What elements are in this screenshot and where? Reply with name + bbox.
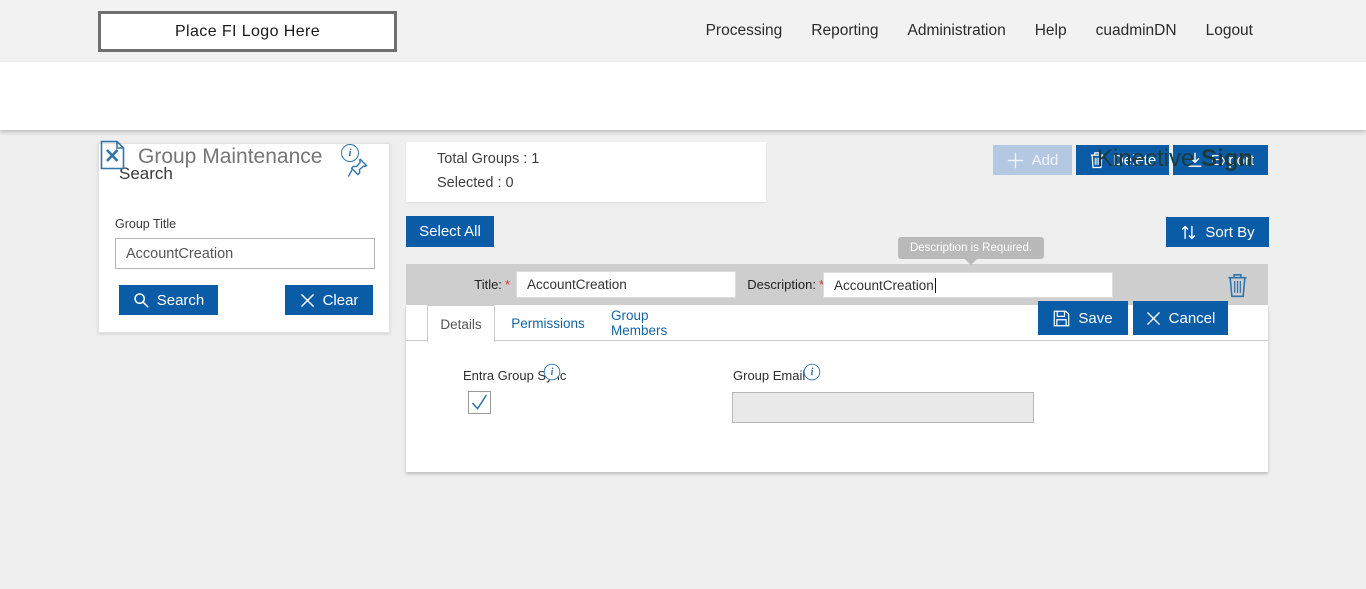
nav-help[interactable]: Help xyxy=(1035,22,1067,40)
group-edit-row: Title:* Description:* AccountCreation xyxy=(406,264,1268,305)
save-button-label: Save xyxy=(1078,310,1112,327)
cancel-button-label: Cancel xyxy=(1169,310,1216,327)
search-panel: Search Group Title Search Clear xyxy=(98,143,390,333)
entra-group-sync-checkbox[interactable] xyxy=(468,391,491,414)
description-required-tooltip: Description is Required. xyxy=(898,237,1044,259)
clear-button-label: Clear xyxy=(323,292,359,309)
top-navigation: Processing Reporting Administration Help… xyxy=(706,0,1253,62)
sort-by-label: Sort By xyxy=(1205,224,1254,241)
group-title-label: Group Title xyxy=(115,217,176,231)
top-bar: Place FI Logo Here Processing Reporting … xyxy=(0,0,1366,62)
select-all-label: Select All xyxy=(419,223,481,240)
title-field-label: Title:* xyxy=(406,277,510,292)
page-header: Group Maintenance i Kinective Sign xyxy=(0,62,1366,130)
row-trash-icon[interactable] xyxy=(1226,272,1249,303)
entra-group-sync-info-icon[interactable]: i xyxy=(544,364,561,381)
select-all-button[interactable]: Select All xyxy=(406,216,494,247)
tab-permissions[interactable]: Permissions xyxy=(510,305,586,341)
description-field-label: Description:* xyxy=(736,277,824,292)
group-maintenance-page: Place FI Logo Here Processing Reporting … xyxy=(0,0,1366,589)
nav-reporting[interactable]: Reporting xyxy=(811,22,878,40)
description-input[interactable]: AccountCreation xyxy=(823,272,1113,298)
group-email-label: Group Email xyxy=(733,368,805,383)
page-title-info-icon[interactable]: i xyxy=(341,144,359,162)
title-input[interactable] xyxy=(516,271,736,298)
save-button[interactable]: Save xyxy=(1038,301,1128,335)
title-required-marker: * xyxy=(505,277,510,292)
nav-logout[interactable]: Logout xyxy=(1206,22,1253,40)
brand-name: Kinective xyxy=(1097,145,1194,172)
text-caret xyxy=(935,278,936,293)
search-button[interactable]: Search xyxy=(119,285,218,315)
tab-group-members[interactable]: Group Members xyxy=(611,305,707,341)
selected-count: Selected : 0 xyxy=(437,175,514,191)
fi-logo-placeholder: Place FI Logo Here xyxy=(98,11,397,52)
clear-button[interactable]: Clear xyxy=(285,285,373,315)
sort-by-button[interactable]: Sort By xyxy=(1166,217,1269,247)
add-button[interactable]: Add xyxy=(993,145,1072,175)
group-maintenance-icon xyxy=(100,140,125,175)
description-label-text: Description: xyxy=(747,277,816,292)
page-title: Group Maintenance xyxy=(138,145,322,169)
description-value: AccountCreation xyxy=(834,278,934,293)
total-groups-count: Total Groups : 1 xyxy=(437,151,539,167)
group-email-input-disabled xyxy=(732,392,1034,423)
group-title-input[interactable] xyxy=(115,238,375,269)
title-label-text: Title: xyxy=(474,277,502,292)
add-button-label: Add xyxy=(1032,152,1059,169)
nav-administration[interactable]: Administration xyxy=(907,22,1005,40)
tab-details[interactable]: Details xyxy=(427,305,495,342)
group-email-info-icon[interactable]: i xyxy=(804,364,821,381)
cancel-button[interactable]: Cancel xyxy=(1133,301,1228,335)
brand-product: Sign xyxy=(1201,145,1253,172)
nav-processing[interactable]: Processing xyxy=(706,22,783,40)
search-button-label: Search xyxy=(157,292,205,309)
groups-summary: Total Groups : 1 Selected : 0 xyxy=(406,142,766,202)
nav-user-cuadmindn[interactable]: cuadminDN xyxy=(1096,22,1177,40)
brand-logo: Kinective Sign xyxy=(1097,145,1253,173)
